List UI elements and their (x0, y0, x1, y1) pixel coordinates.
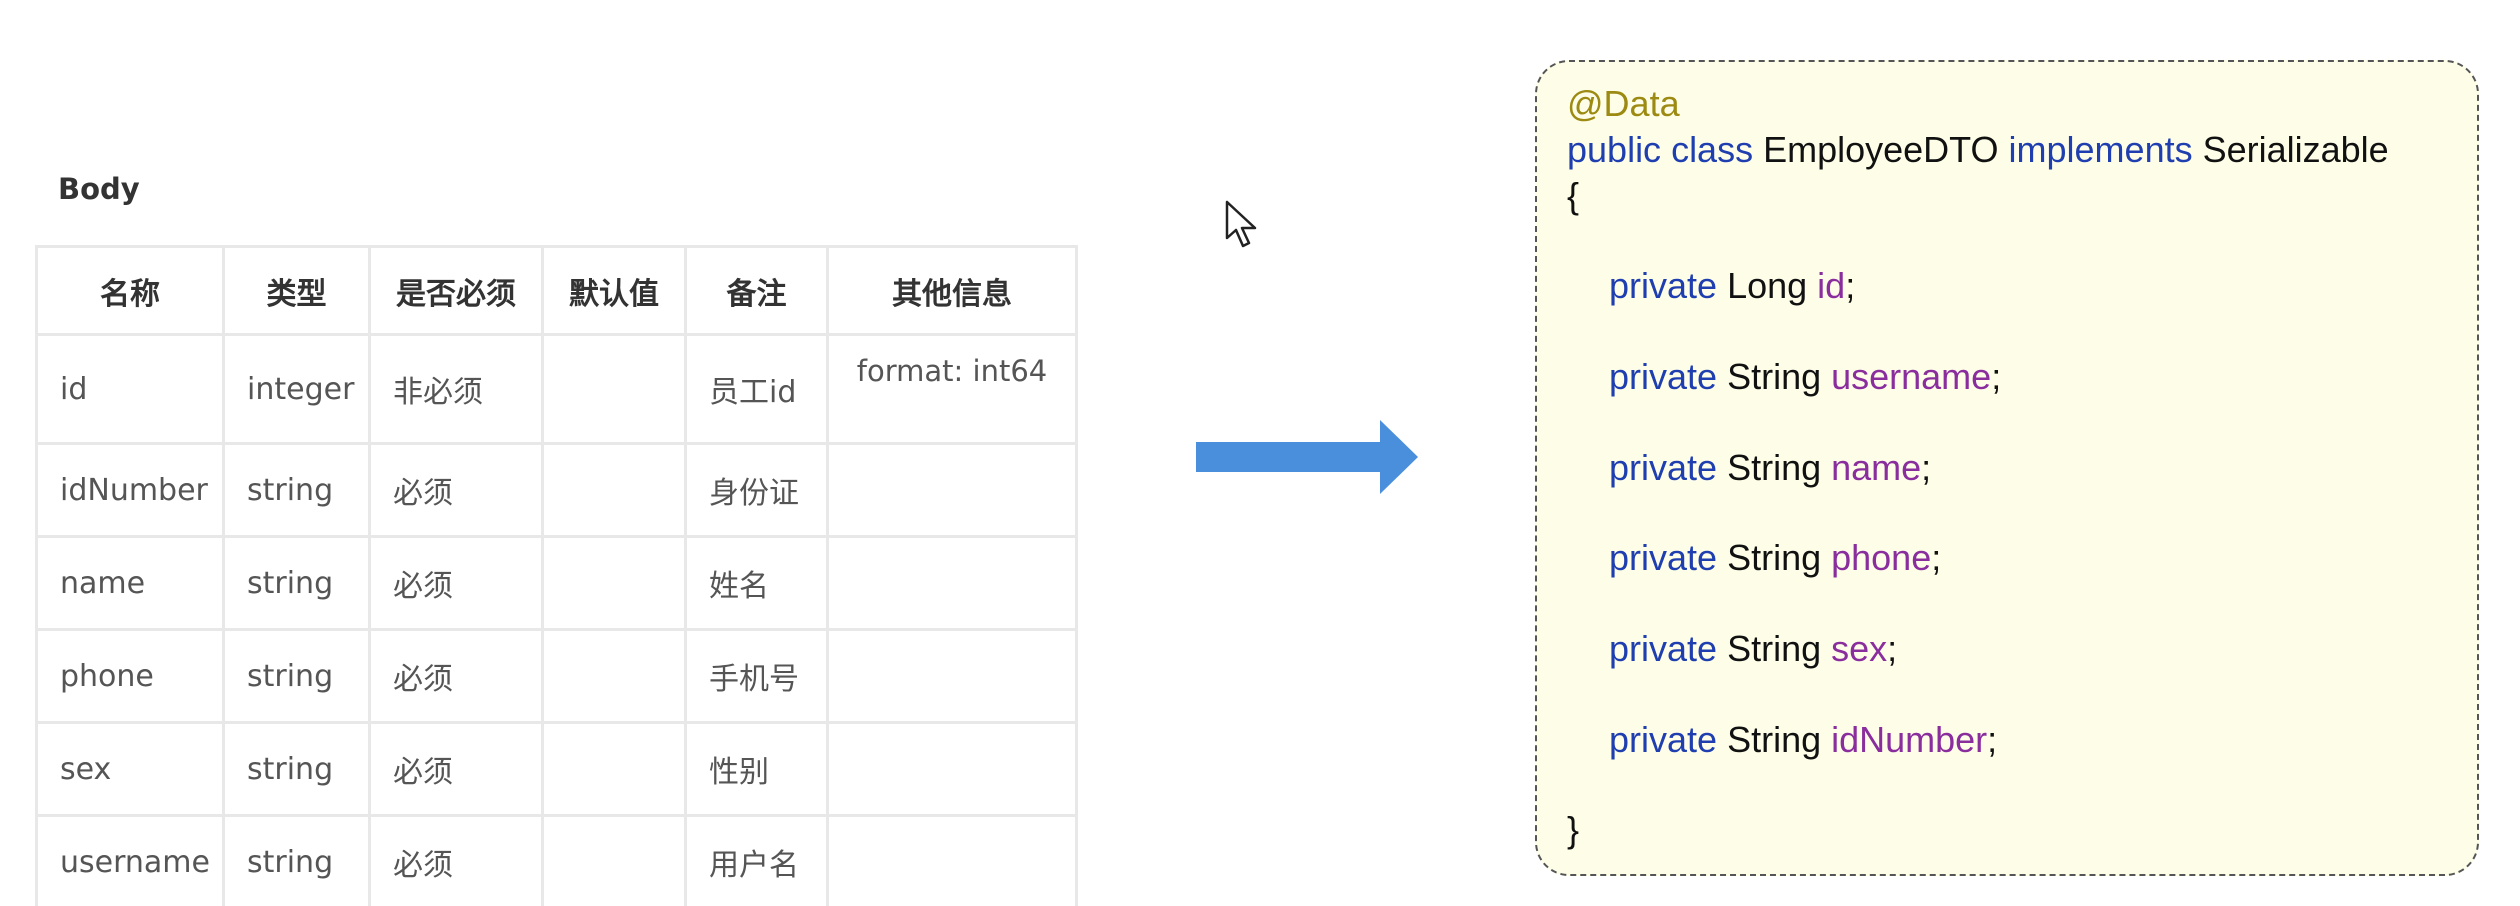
field-type: Long (1717, 265, 1818, 306)
field-modifier: private (1609, 628, 1718, 669)
cell-default (541, 721, 687, 817)
field-type: String (1717, 356, 1832, 397)
field-type: String (1717, 628, 1832, 669)
field-line: private Long id; (1609, 264, 1855, 308)
cell-default (541, 535, 687, 631)
table-row: idNumber string 必须 身份证 (35, 442, 1078, 538)
header-extra: 其他信息 (826, 245, 1078, 336)
table-row: id integer 非必须 员工id format: int64 (35, 333, 1078, 445)
field-line: private String idNumber; (1609, 718, 1997, 762)
code-annotation-line: @Data (1567, 82, 1680, 126)
cell-default (541, 333, 687, 445)
cell-remark: 手机号 (684, 628, 829, 724)
field-modifier: private (1609, 356, 1718, 397)
field-line: private String phone; (1609, 536, 1941, 580)
field-name: name (1831, 447, 1922, 488)
header-name: 名称 (35, 245, 225, 336)
slide: Body 名称 类型 是否必须 默认值 备注 其他信息 id integer 非… (0, 0, 2520, 906)
close-brace: } (1567, 809, 1580, 850)
cell-default (541, 442, 687, 538)
table-header-row: 名称 类型 是否必须 默认值 备注 其他信息 (35, 245, 1078, 336)
cell-name: phone (35, 628, 225, 724)
cell-extra (826, 721, 1078, 817)
field-line: private String username; (1609, 355, 2001, 399)
cell-name: name (35, 535, 225, 631)
cell-type: string (222, 442, 371, 538)
field-terminator: ; (1921, 447, 1932, 488)
cell-remark: 姓名 (684, 535, 829, 631)
cell-name: id (35, 333, 225, 445)
cell-required: 必须 (368, 442, 544, 538)
field-name: username (1831, 356, 1992, 397)
field-type: String (1717, 447, 1832, 488)
interface-name: Serializable (2192, 129, 2389, 170)
field-terminator: ; (1887, 628, 1898, 669)
cell-name: username (35, 814, 225, 906)
annotation-token: @Data (1567, 83, 1680, 124)
header-type: 类型 (222, 245, 371, 336)
cell-type: string (222, 721, 371, 817)
cell-required: 必须 (368, 814, 544, 906)
table-row: username string 必须 用户名 (35, 814, 1078, 906)
field-line: private String sex; (1609, 627, 1897, 671)
field-line: private String name; (1609, 446, 1931, 490)
field-modifier: private (1609, 719, 1718, 760)
field-type: String (1717, 537, 1832, 578)
code-block: @Data public class EmployeeDTO implement… (1535, 60, 2479, 876)
field-terminator: ; (1987, 719, 1998, 760)
cell-remark: 性别 (684, 721, 829, 817)
right-arrow-icon (1196, 420, 1418, 494)
header-remark: 备注 (684, 245, 829, 336)
keyword-implements: implements (2008, 129, 2193, 170)
cell-remark: 用户名 (684, 814, 829, 906)
cell-default (541, 628, 687, 724)
mouse-pointer-icon (1225, 200, 1257, 248)
open-brace: { (1567, 175, 1580, 216)
cell-extra (826, 628, 1078, 724)
field-name: sex (1831, 628, 1888, 669)
cell-type: string (222, 535, 371, 631)
cell-default (541, 814, 687, 906)
parameter-table: 名称 类型 是否必须 默认值 备注 其他信息 id integer 非必须 员工… (35, 245, 1078, 906)
field-name: idNumber (1831, 719, 1988, 760)
field-type: String (1717, 719, 1832, 760)
header-default: 默认值 (541, 245, 687, 336)
cell-type: string (222, 628, 371, 724)
field-name: phone (1831, 537, 1932, 578)
cell-extra (826, 535, 1078, 631)
cell-required: 必须 (368, 628, 544, 724)
cell-type: integer (222, 333, 371, 445)
table-row: phone string 必须 手机号 (35, 628, 1078, 724)
class-declaration-line: public class EmployeeDTO implements Seri… (1567, 128, 2389, 172)
cell-remark: 员工id (684, 333, 829, 445)
table-row: sex string 必须 性别 (35, 721, 1078, 817)
class-name: EmployeeDTO (1753, 129, 2009, 170)
cell-type: string (222, 814, 371, 906)
keyword-public-class: public class (1567, 129, 1754, 170)
cell-name: idNumber (35, 442, 225, 538)
field-terminator: ; (1845, 265, 1856, 306)
cell-required: 必须 (368, 535, 544, 631)
cell-name: sex (35, 721, 225, 817)
cell-extra: format: int64 (826, 333, 1078, 445)
body-label: Body (58, 172, 140, 206)
field-modifier: private (1609, 265, 1718, 306)
field-modifier: private (1609, 447, 1718, 488)
field-terminator: ; (1931, 537, 1942, 578)
table-row: name string 必须 姓名 (35, 535, 1078, 631)
header-required: 是否必须 (368, 245, 544, 336)
cell-remark: 身份证 (684, 442, 829, 538)
cell-required: 必须 (368, 721, 544, 817)
field-name: id (1817, 265, 1846, 306)
field-terminator: ; (1991, 356, 2002, 397)
field-modifier: private (1609, 537, 1718, 578)
cell-required: 非必须 (368, 333, 544, 445)
cell-extra (826, 442, 1078, 538)
cell-extra (826, 814, 1078, 906)
